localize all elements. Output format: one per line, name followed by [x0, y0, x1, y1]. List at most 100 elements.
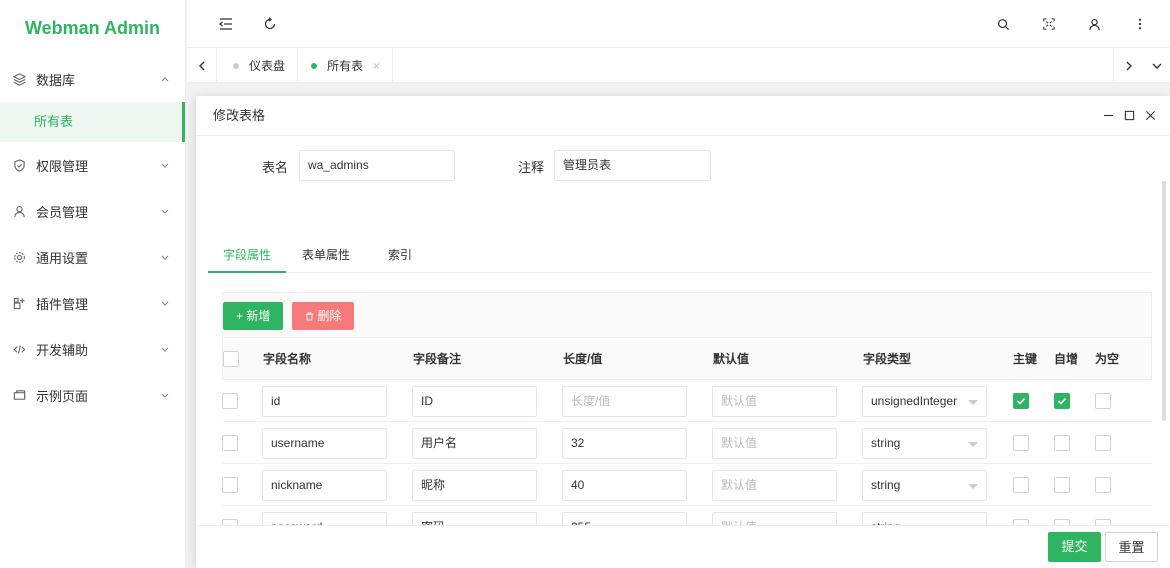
column-header: 主键	[1013, 352, 1038, 366]
row-select-checkbox[interactable]	[222, 393, 238, 409]
auto-increment-checkbox[interactable]	[1054, 393, 1070, 409]
fullscreen-icon[interactable]	[1041, 16, 1057, 32]
check-icon	[1016, 397, 1026, 405]
sidebar-item-members[interactable]: 会员管理	[0, 188, 185, 234]
field-comment-input[interactable]: 用户名	[412, 428, 537, 459]
nullable-checkbox[interactable]	[1095, 435, 1111, 451]
sidebar-subitem-all-tables[interactable]: 所有表	[0, 102, 185, 142]
tab-status-dot	[311, 62, 317, 69]
search-icon[interactable]	[995, 16, 1011, 32]
chevron-down-icon	[159, 343, 171, 355]
modal-header: 修改表格	[196, 96, 1170, 136]
sidebar-item-general-settings[interactable]: 通用设置	[0, 234, 185, 280]
layers-icon	[12, 72, 26, 86]
tab-label: 所有表	[327, 59, 364, 73]
primary-key-checkbox[interactable]	[1013, 477, 1029, 493]
trash-icon	[305, 312, 314, 321]
field-type-select[interactable]: string	[862, 512, 987, 525]
field-comment-input[interactable]: 昵称	[412, 470, 537, 501]
field-comment-input[interactable]: ID	[412, 386, 537, 417]
menu-fold-icon[interactable]	[218, 16, 234, 32]
more-icon[interactable]	[1132, 16, 1148, 32]
check-icon	[1057, 397, 1067, 405]
field-length-input[interactable]: 255	[562, 512, 687, 525]
auto-increment-checkbox[interactable]	[1054, 477, 1070, 493]
sidebar-item-plugins[interactable]: 插件管理	[0, 280, 185, 326]
field-default-input[interactable]: 默认值	[712, 386, 837, 417]
sidebar-item-label: 会员管理	[36, 204, 89, 220]
sidebar-item-label: 开发辅助	[36, 342, 89, 358]
tab-indexes[interactable]: 索引	[376, 241, 424, 273]
field-length-input[interactable]: 长度/值	[562, 386, 687, 417]
shield-icon	[12, 158, 26, 172]
tab-dropdown-icon[interactable]	[1143, 48, 1170, 83]
sidebar-item-label: 数据库	[36, 72, 76, 88]
field-type-select[interactable]: string	[862, 470, 987, 501]
tab-all-tables[interactable]: 所有表 ×	[299, 48, 394, 83]
modal-scrollbar[interactable]	[1162, 181, 1166, 421]
sidebar-item-label: 通用设置	[36, 250, 89, 266]
column-header: 自增	[1054, 352, 1079, 366]
dropdown-caret-icon	[968, 484, 978, 489]
user-icon[interactable]	[1086, 16, 1102, 32]
tab-scroll-right-icon[interactable]	[1113, 48, 1143, 83]
select-all-checkbox[interactable]	[223, 351, 239, 367]
field-name-input[interactable]: nickname	[262, 470, 387, 501]
refresh-icon[interactable]	[262, 16, 278, 32]
tab-scroll-left-icon[interactable]	[187, 48, 217, 83]
field-type-select[interactable]: string	[862, 428, 987, 459]
field-type-select[interactable]: unsignedInteger	[862, 386, 987, 417]
sidebar-item-permissions[interactable]: 权限管理	[0, 142, 185, 188]
tab-field-attributes[interactable]: 字段属性	[208, 241, 286, 273]
sidebar-item-label: 插件管理	[36, 296, 89, 312]
field-type-value: string	[871, 436, 901, 450]
delete-field-button[interactable]: 删除	[292, 302, 355, 330]
grid-header: 字段名称 字段备注 长度/值 默认值 字段类型 主键 自增 为空	[222, 338, 1152, 380]
field-length-input[interactable]: 40	[562, 470, 687, 501]
reset-button[interactable]: 重置	[1105, 532, 1158, 562]
tab-form-attributes[interactable]: 表单属性	[290, 241, 362, 273]
add-field-button[interactable]: + 新增	[223, 302, 284, 330]
field-default-input[interactable]: 默认值	[712, 428, 837, 459]
maximize-icon[interactable]	[1123, 109, 1135, 121]
nullable-checkbox[interactable]	[1095, 393, 1111, 409]
sidebar-item-examples[interactable]: 示例页面	[0, 372, 185, 418]
table-row: username 用户名 32 默认值 string	[222, 422, 1152, 464]
tab-label: 仪表盘	[249, 59, 286, 73]
comment-input[interactable]: 管理员表	[554, 150, 711, 181]
field-default-input[interactable]: 默认值	[712, 470, 837, 501]
row-select-checkbox[interactable]	[222, 477, 238, 493]
field-length-input[interactable]: 32	[562, 428, 687, 459]
dropdown-caret-icon	[968, 442, 978, 447]
modal-footer: 提交 重置	[196, 525, 1170, 568]
tab-dashboard[interactable]: 仪表盘	[221, 48, 299, 83]
field-name-input[interactable]: username	[262, 428, 387, 459]
edit-table-modal: 修改表格 表名 wa_admins 注释 管理员表 字段属性 表单属性 索引 +…	[196, 96, 1170, 568]
nullable-checkbox[interactable]	[1095, 477, 1111, 493]
row-select-checkbox[interactable]	[222, 435, 238, 451]
field-name-input[interactable]: id	[262, 386, 387, 417]
column-header: 字段备注	[413, 352, 462, 366]
comment-label: 注释	[518, 160, 545, 175]
table-row: nickname 昵称 40 默认值 string	[222, 464, 1152, 506]
field-subtabs: 字段属性 表单属性 索引	[208, 241, 1152, 273]
dropdown-caret-icon	[968, 400, 978, 405]
field-type-value: unsignedInteger	[871, 394, 958, 408]
submit-button[interactable]: 提交	[1048, 532, 1101, 562]
field-comment-input[interactable]: 密码	[412, 512, 537, 525]
primary-key-checkbox[interactable]	[1013, 393, 1029, 409]
minimize-icon[interactable]	[1102, 109, 1114, 121]
field-default-input[interactable]: 默认值	[712, 512, 837, 525]
primary-key-checkbox[interactable]	[1013, 435, 1029, 451]
auto-increment-checkbox[interactable]	[1054, 435, 1070, 451]
tab-status-dot	[233, 62, 239, 69]
sidebar: Webman Admin 数据库 所有表 权限管理 会员管理 通用设置 插件管理…	[0, 0, 186, 568]
chevron-down-icon	[159, 205, 171, 217]
table-name-input[interactable]: wa_admins	[299, 150, 455, 181]
sidebar-item-database[interactable]: 数据库	[0, 56, 185, 102]
field-name-input[interactable]: password	[262, 512, 387, 525]
sidebar-item-dev-tools[interactable]: 开发辅助	[0, 326, 185, 372]
close-icon[interactable]	[1144, 109, 1156, 121]
tab-close-icon[interactable]: ×	[373, 59, 380, 73]
plugin-icon	[12, 296, 26, 310]
